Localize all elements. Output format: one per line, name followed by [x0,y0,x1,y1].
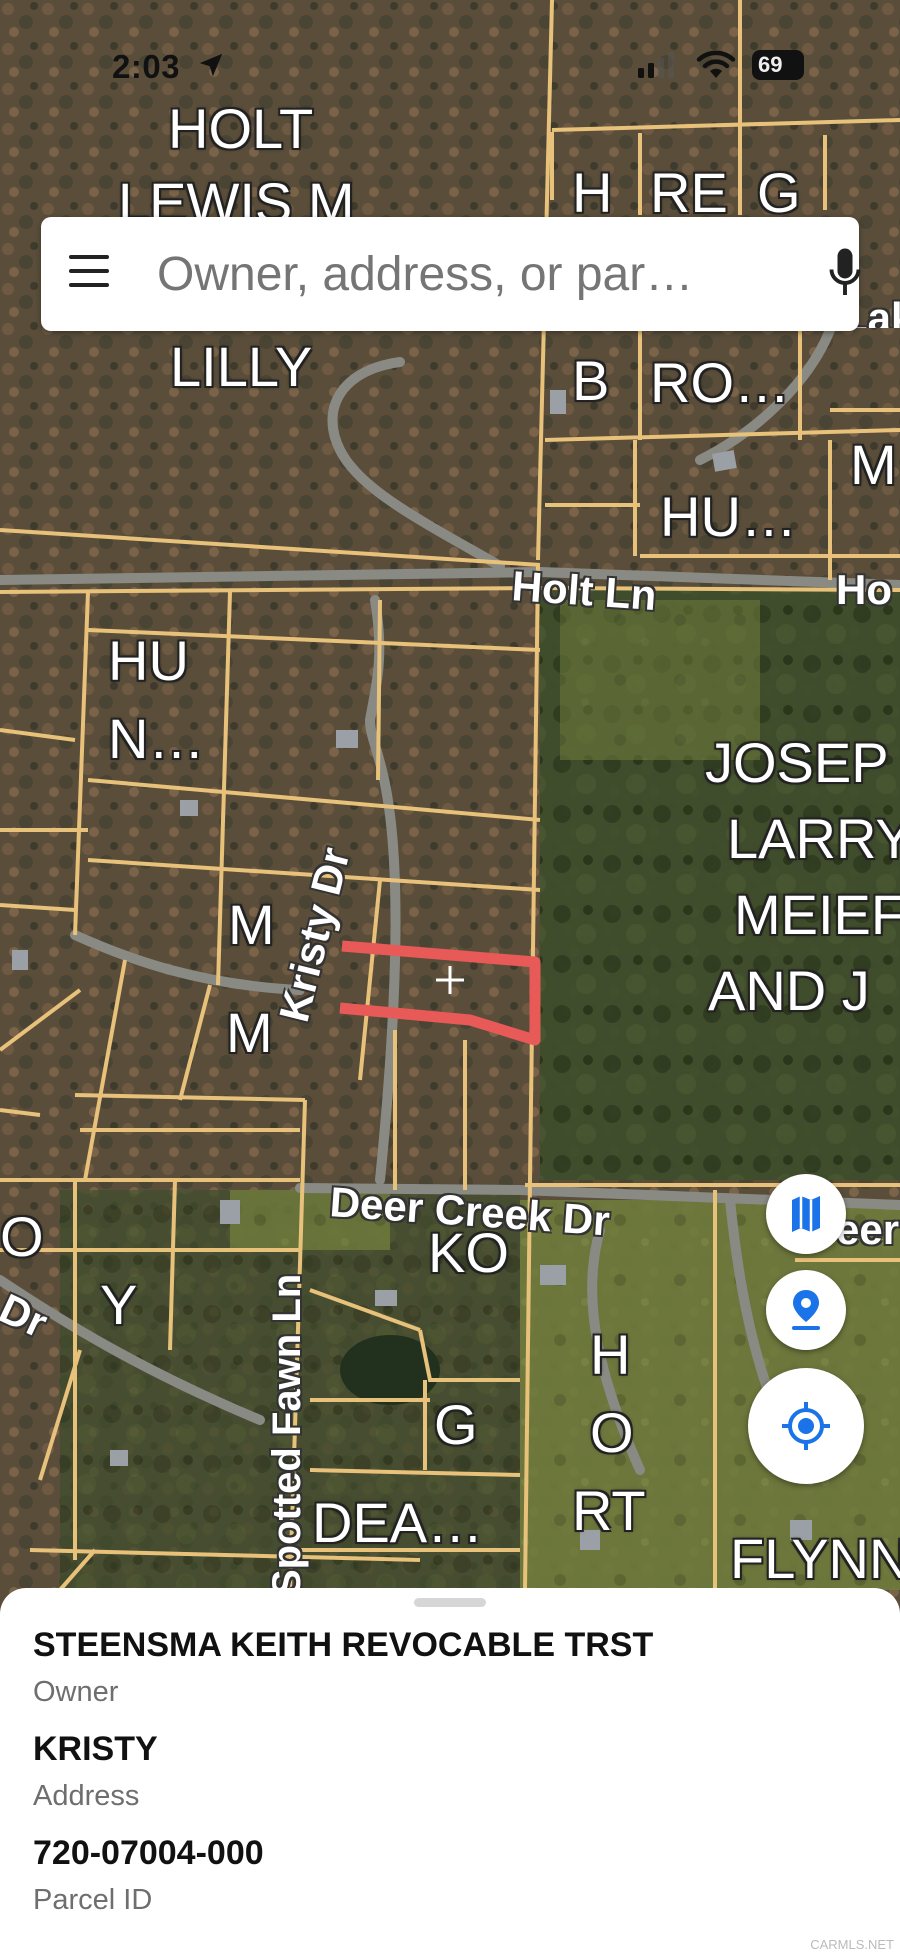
parcel-label: G [757,161,801,218]
parcel-info-sheet[interactable]: STEENSMA KEITH REVOCABLE TRST Owner KRIS… [0,1588,900,1956]
parcel-label: RO… [650,351,790,414]
parcel-label: RE [650,161,728,218]
address-label: Address [33,1780,140,1812]
wifi-icon [696,50,736,78]
street-label-spotted-fawn-ln: Spotted Fawn Ln [265,1273,309,1596]
my-location-icon [782,1402,830,1450]
status-bar: 2:03 69 [0,38,900,94]
parcel-label: Y [100,1273,138,1336]
parcel-label: LEWIS M [118,171,355,218]
parcel-label: N… [108,707,205,770]
parcel-label: M [850,433,897,496]
parcel-id-label: Parcel ID [33,1884,153,1916]
map-layers-icon [792,1196,820,1232]
owner-value: STEENSMA KEITH REVOCABLE TRST [33,1626,654,1664]
parcel-label: FLYNN [730,1527,900,1590]
my-location-button[interactable] [748,1368,864,1484]
drop-pin-button[interactable] [766,1270,846,1350]
street-label-holt-ln: Holt Ln [510,562,658,620]
parcel-label: JOSEP [705,731,889,794]
watermark: CARMLS.NET [810,1937,894,1952]
parcel-label: DEA… [312,1491,484,1554]
location-arrow-icon [199,53,223,77]
search-bar[interactable] [41,217,861,331]
sheet-grabber[interactable] [414,1598,486,1607]
map-layers-button[interactable] [766,1174,846,1254]
parcel-label: O [590,1401,634,1464]
parcel-label: HU [108,629,189,692]
parcel-label: H [590,1323,631,1386]
hamburger-menu-icon[interactable] [67,255,111,295]
battery-icon: 69 [752,50,804,80]
owner-label: Owner [33,1676,119,1708]
location-pin-icon [792,1290,820,1330]
street-label-holt-ln: Ho [836,566,892,613]
parcel-label: RT [572,1479,646,1542]
parcel-label: MEIEF [734,883,900,946]
parcel-label: AND J [708,959,870,1022]
parcel-label: LILLY [170,335,313,398]
parcel-label: O [0,1205,44,1268]
parcel-label: B [572,349,610,412]
parcel-label: M [226,1001,273,1064]
cellular-signal-icon [638,52,674,78]
status-time: 2:03 [112,48,181,85]
microphone-icon[interactable] [827,247,863,301]
parcel-label: H [572,161,613,218]
parcel-label: HOLT [168,97,314,160]
parcel-label: LARRY [727,807,900,870]
parcel-label: HU… [660,485,797,548]
parcel-label: G [434,1393,478,1456]
search-input[interactable] [155,239,799,311]
address-value: KRISTY [33,1730,158,1768]
parcel-id-value: 720-07004-000 [33,1834,264,1872]
parcel-label: M [228,893,275,956]
